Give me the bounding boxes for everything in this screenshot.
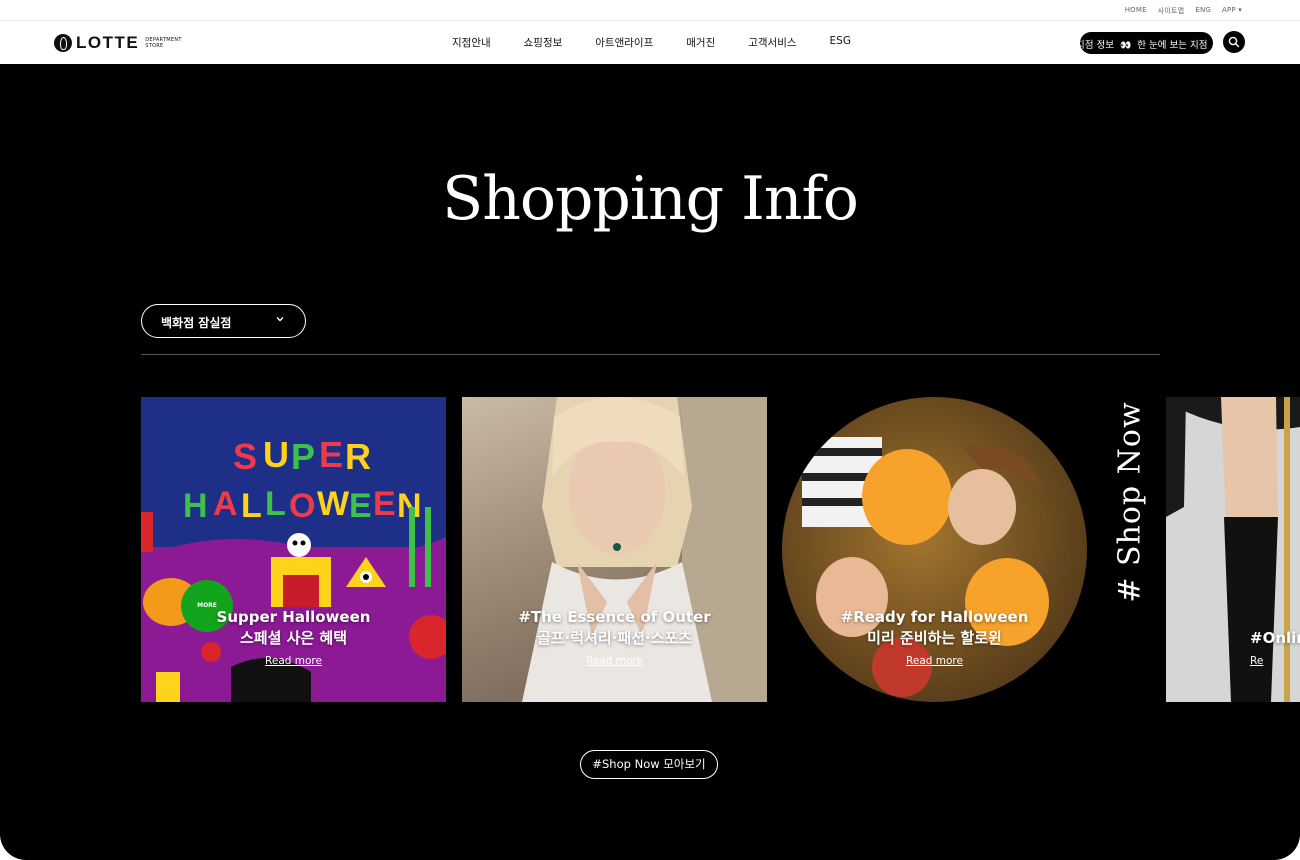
svg-text:A: A: [213, 485, 238, 523]
shop-now-collection-button[interactable]: #Shop Now 모아보기: [580, 750, 718, 779]
svg-text:O: O: [289, 487, 315, 525]
svg-text:S: S: [233, 436, 257, 477]
card-super-halloween[interactable]: S U P E R H A L L O W E E N MORE Supper …: [141, 397, 446, 702]
eyes-icon: 👀: [1120, 41, 1132, 51]
logo[interactable]: LOTTE DEPARTMENT STORE: [54, 33, 182, 53]
shop-now-vertical-label: # Shop Now: [1112, 401, 1148, 603]
lotte-logo-icon: [54, 34, 72, 52]
branch-info-ticker[interactable]: 지점 정보 👀 한 눈에 보는 지점: [1080, 32, 1213, 54]
svg-text:E: E: [349, 487, 372, 525]
logo-wordmark: LOTTE: [76, 33, 140, 52]
svg-text:P: P: [291, 436, 315, 477]
card-caption: Supper Halloween 스페셜 사은 혜택 Read more: [141, 607, 446, 668]
card-title: #Onlin: [1250, 629, 1300, 647]
search-icon: [1228, 36, 1240, 48]
card-subtitle: 미리 준비하는 할로윈: [867, 629, 1002, 647]
read-more-link[interactable]: Read more: [265, 655, 322, 667]
utility-home-link[interactable]: HOME: [1125, 6, 1147, 16]
svg-text:R: R: [345, 436, 371, 477]
svg-text:U: U: [263, 434, 289, 475]
chevron-down-icon: [276, 317, 284, 322]
svg-text:L: L: [241, 487, 262, 525]
global-header: LOTTE DEPARTMENT STORE 지점안내 쇼핑정보 아트앤라이프 …: [0, 20, 1300, 64]
svg-text:W: W: [317, 485, 350, 523]
main-nav: 지점안내 쇼핑정보 아트앤라이프 매거진 고객서비스 ESG: [452, 35, 884, 50]
nav-item-customer[interactable]: 고객서비스: [748, 35, 796, 50]
nav-item-esg[interactable]: ESG: [830, 35, 851, 50]
utility-app-link[interactable]: APP ▾: [1222, 6, 1242, 16]
svg-text:H: H: [183, 487, 208, 525]
card-title: #Ready for Halloween: [840, 608, 1029, 626]
card-caption: #The Essence of Outer 골프·럭셔리·패션·스포츠 Read…: [462, 607, 767, 668]
search-button[interactable]: [1223, 31, 1245, 53]
utility-bar: HOME 사이트맵 ENG APP ▾: [0, 0, 1300, 20]
utility-eng-link[interactable]: ENG: [1195, 6, 1211, 16]
card-title: Supper Halloween: [216, 608, 371, 626]
shopping-info-section: Shopping Info 백화점 잠실점 S U P E R H A L L …: [0, 64, 1300, 860]
branch-select-value: 백화점 잠실점: [161, 316, 232, 330]
card-title: #The Essence of Outer: [518, 608, 711, 626]
read-more-link[interactable]: Read more: [906, 655, 963, 667]
card-ready-for-halloween[interactable]: #Ready for Halloween 미리 준비하는 할로윈 Read mo…: [782, 397, 1087, 702]
page-title: Shopping Info: [442, 164, 859, 234]
ticker-text-a: 지점 정보: [1080, 40, 1114, 51]
divider: [141, 354, 1160, 355]
utility-sitemap-link[interactable]: 사이트맵: [1158, 6, 1185, 16]
svg-text:E: E: [373, 485, 396, 523]
card-online[interactable]: #Onlin Re: [1166, 397, 1300, 702]
card-subtitle: 골프·럭셔리·패션·스포츠: [536, 629, 693, 647]
read-more-link[interactable]: Re: [1250, 655, 1263, 667]
read-more-link[interactable]: Read more: [586, 655, 643, 667]
nav-item-magazine[interactable]: 매거진: [686, 35, 715, 50]
ticker-text-b: 한 눈에 보는 지점: [1137, 40, 1208, 51]
nav-item-branch[interactable]: 지점안내: [452, 35, 491, 50]
svg-text:E: E: [319, 434, 343, 475]
card-caption: #Ready for Halloween 미리 준비하는 할로윈 Read mo…: [782, 607, 1087, 668]
nav-item-art-life[interactable]: 아트앤라이프: [595, 35, 653, 50]
nav-item-shopping[interactable]: 쇼핑정보: [524, 35, 563, 50]
card-subtitle: 스페셜 사은 혜택: [239, 629, 348, 647]
svg-text:L: L: [265, 485, 286, 523]
card-caption: #Onlin Re: [1250, 628, 1300, 668]
card-essence-of-outer[interactable]: #The Essence of Outer 골프·럭셔리·패션·스포츠 Read…: [462, 397, 767, 702]
branch-select[interactable]: 백화점 잠실점: [141, 304, 306, 338]
logo-subtext: DEPARTMENT STORE: [145, 37, 182, 49]
